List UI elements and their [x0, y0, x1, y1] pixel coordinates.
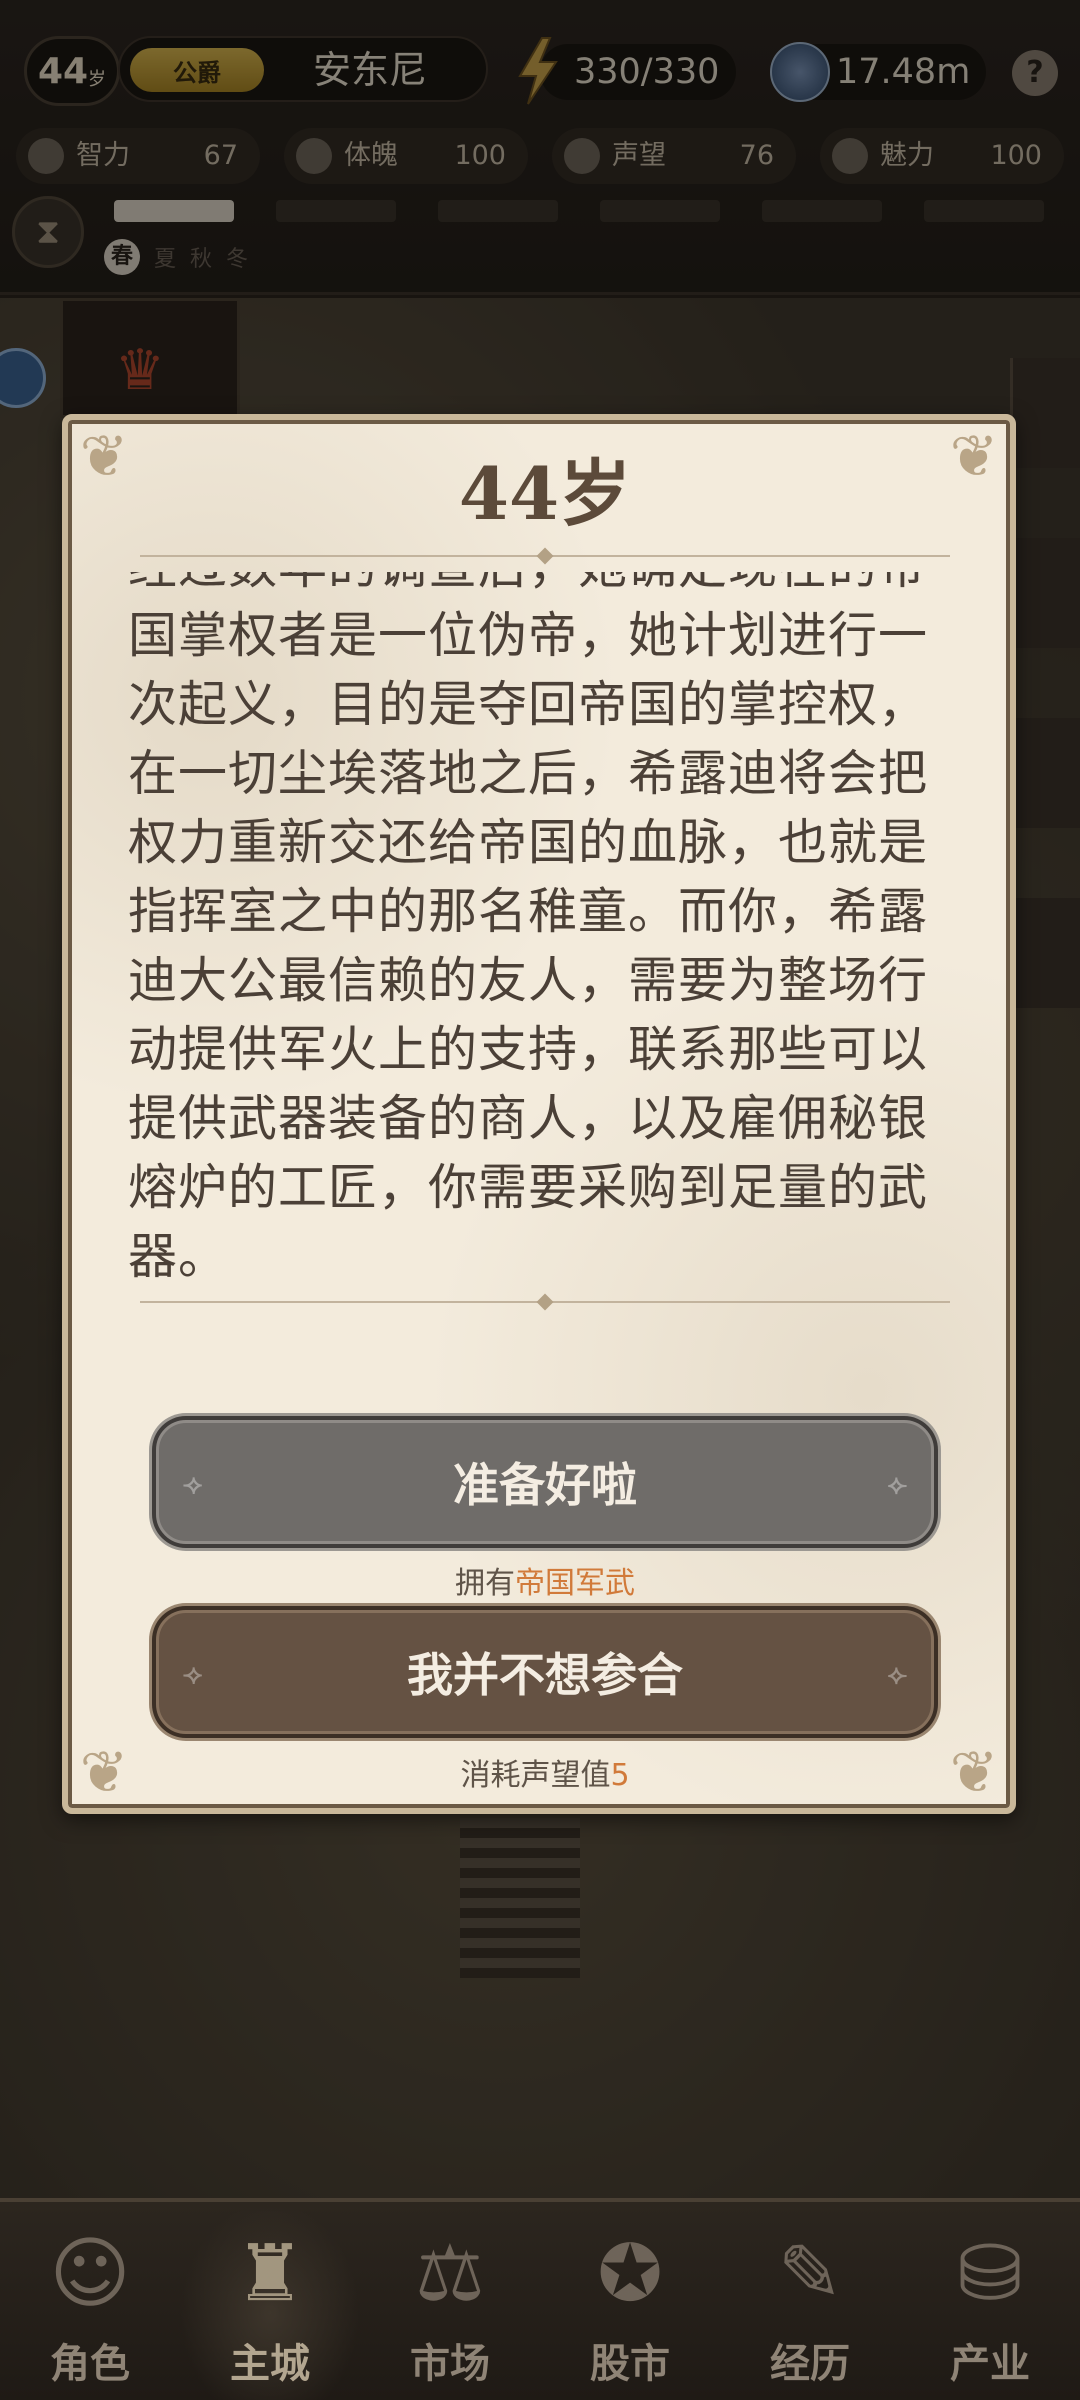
story-text: 经过数年的调查后，她确定现在的帝国掌权者是一位伪帝，她计划进行一次起义，目的是夺… [128, 572, 929, 1282]
button-ornament: ⟣ [887, 1660, 907, 1690]
cost-prefix: 消耗声望值 [460, 1758, 611, 1793]
nav-label: 市场 [410, 2340, 490, 2387]
nav-label: 股市 [590, 2340, 670, 2387]
castle-icon: ♜ [235, 2229, 305, 2319]
requirement-item: 帝国军武 [515, 1566, 635, 1601]
stock-icon: ✪ [597, 2229, 663, 2319]
story-scroll-area[interactable]: 经过数年的调查后，她确定现在的帝国掌权者是一位伪帝，她计划进行一次起义，目的是夺… [128, 572, 968, 1282]
nav-label: 主城 [230, 2340, 310, 2387]
nav-main-city[interactable]: ♜ 主城 [180, 2202, 360, 2400]
nav-industry[interactable]: ⛁ 产业 [900, 2202, 1080, 2400]
decline-button[interactable]: ⟢ 我并不想参合 ⟣ [156, 1610, 934, 1734]
scales-icon: ⚖ [415, 2229, 485, 2319]
nav-stock[interactable]: ✪ 股市 [540, 2202, 720, 2400]
nav-label: 角色 [50, 2340, 130, 2387]
event-dialog: ❦ ❦ ❦ ❦ 44岁 经过数年的调查后，她确定现在的帝国掌权者是一位伪帝，她计… [62, 414, 1016, 1814]
coins-icon: ⛁ [957, 2229, 1023, 2319]
bottom-nav: ☺ 角色 ♜ 主城 ⚖ 市场 ✪ 股市 ✎ 经历 ⛁ 产业 [0, 2198, 1080, 2400]
ready-button[interactable]: ⟢ 准备好啦 ⟣ [156, 1420, 934, 1544]
requirement-prefix: 拥有 [455, 1566, 515, 1601]
ready-button-label: 准备好啦 [453, 1458, 637, 1512]
divider [140, 1293, 950, 1311]
nav-character[interactable]: ☺ 角色 [0, 2202, 180, 2400]
nav-label: 产业 [950, 2340, 1030, 2387]
option2-cost: 消耗声望值5 [68, 1750, 1022, 1794]
button-ornament: ⟣ [887, 1470, 907, 1500]
cost-value: 5 [610, 1758, 630, 1793]
button-ornament: ⟢ [183, 1660, 203, 1690]
divider [140, 547, 950, 565]
scroll-icon: ✎ [777, 2229, 843, 2319]
button-ornament: ⟢ [183, 1470, 203, 1500]
character-icon: ☺ [49, 2229, 131, 2319]
dialog-title: 44岁 [458, 451, 632, 536]
decline-button-label: 我并不想参合 [407, 1648, 683, 1702]
option1-requirement: 拥有帝国军武 [68, 1558, 1022, 1602]
nav-market[interactable]: ⚖ 市场 [360, 2202, 540, 2400]
nav-history[interactable]: ✎ 经历 [720, 2202, 900, 2400]
nav-label: 经历 [770, 2340, 850, 2387]
